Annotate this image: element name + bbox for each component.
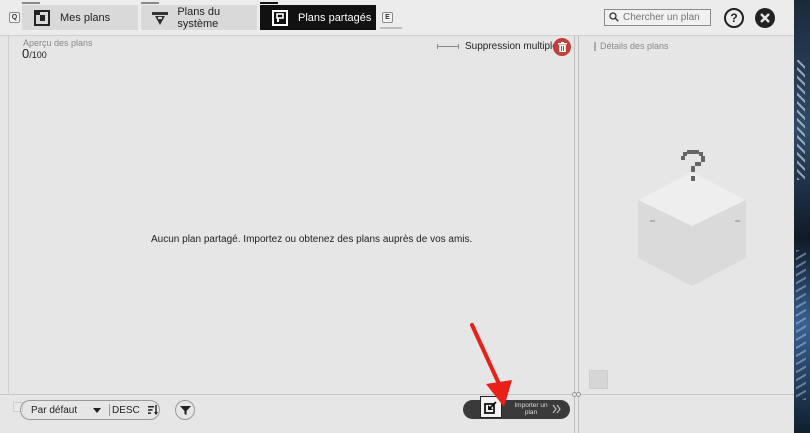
- tab-plans-systeme[interactable]: Plans du système: [141, 2, 257, 30]
- unknown-cube-icon: [638, 150, 746, 286]
- help-button[interactable]: ?: [724, 8, 744, 28]
- key-hint-next-tab: E: [382, 12, 393, 23]
- empty-state-message: Aucun plan partagé. Importez ou obtenez …: [151, 234, 473, 245]
- filter-icon: [179, 405, 191, 415]
- bulk-delete-toggle[interactable]: Suppression multiple: [437, 41, 558, 52]
- double-chevron-right-icon: [552, 404, 561, 414]
- system-plans-icon: [151, 8, 169, 28]
- trash-icon: [557, 42, 567, 52]
- import-icon: [480, 396, 502, 418]
- search-icon: [609, 9, 619, 27]
- tab-plans-partages[interactable]: Plans partagés: [260, 2, 376, 30]
- tab-label: Plans partagés: [298, 11, 372, 24]
- import-plan-button[interactable]: Importer un plan: [463, 396, 570, 419]
- details-label: Détails des plans: [600, 41, 669, 51]
- filter-button[interactable]: [175, 400, 195, 420]
- pane-divider: [574, 36, 575, 433]
- blueprint-window: Q Mes plans Plans du système Plans parta…: [0, 0, 794, 433]
- sort-direction[interactable]: DESC: [112, 405, 140, 416]
- sort-icon[interactable]: [147, 405, 158, 415]
- shared-plans-icon: [270, 8, 290, 28]
- key-hint-prev-tab: Q: [9, 12, 20, 23]
- delete-button[interactable]: [553, 38, 571, 56]
- sort-value: Par défaut: [31, 404, 78, 416]
- tab-mes-plans[interactable]: Mes plans: [22, 2, 138, 30]
- pane-divider: [578, 36, 579, 433]
- chevron-down-icon: [93, 407, 101, 413]
- tab-label: Plans du système: [177, 5, 221, 30]
- plan-count: 0/100: [22, 46, 47, 61]
- help-icon: ?: [730, 11, 738, 25]
- background-artwork: [794, 0, 810, 433]
- bulk-delete-label: Suppression multiple: [465, 41, 558, 52]
- tab-label: Mes plans: [60, 11, 111, 24]
- empty-state: Aucun plan partagé. Importez ou obtenez …: [127, 234, 472, 245]
- import-label: Importer un plan: [514, 402, 548, 416]
- toggle-line: [437, 44, 459, 49]
- search-box[interactable]: [604, 9, 711, 26]
- sort-dropdown[interactable]: Par défaut DESC: [20, 400, 160, 420]
- preview-thumbnail: [589, 370, 608, 389]
- tab-indicator: [380, 27, 402, 29]
- plans-list-pane: Aperçu des plans 0/100 Suppression multi…: [8, 36, 575, 412]
- header-bar: Q Mes plans Plans du système Plans parta…: [0, 0, 794, 36]
- plan-count-max: /100: [29, 50, 47, 60]
- divider-joint: [576, 392, 581, 397]
- details-title: Détails des plans: [594, 41, 669, 51]
- close-button[interactable]: [755, 8, 775, 28]
- sort-separator: [109, 404, 110, 416]
- search-input[interactable]: [623, 12, 711, 23]
- my-plans-icon: [32, 8, 52, 28]
- footer-divider: [0, 394, 794, 395]
- close-icon: [760, 13, 770, 23]
